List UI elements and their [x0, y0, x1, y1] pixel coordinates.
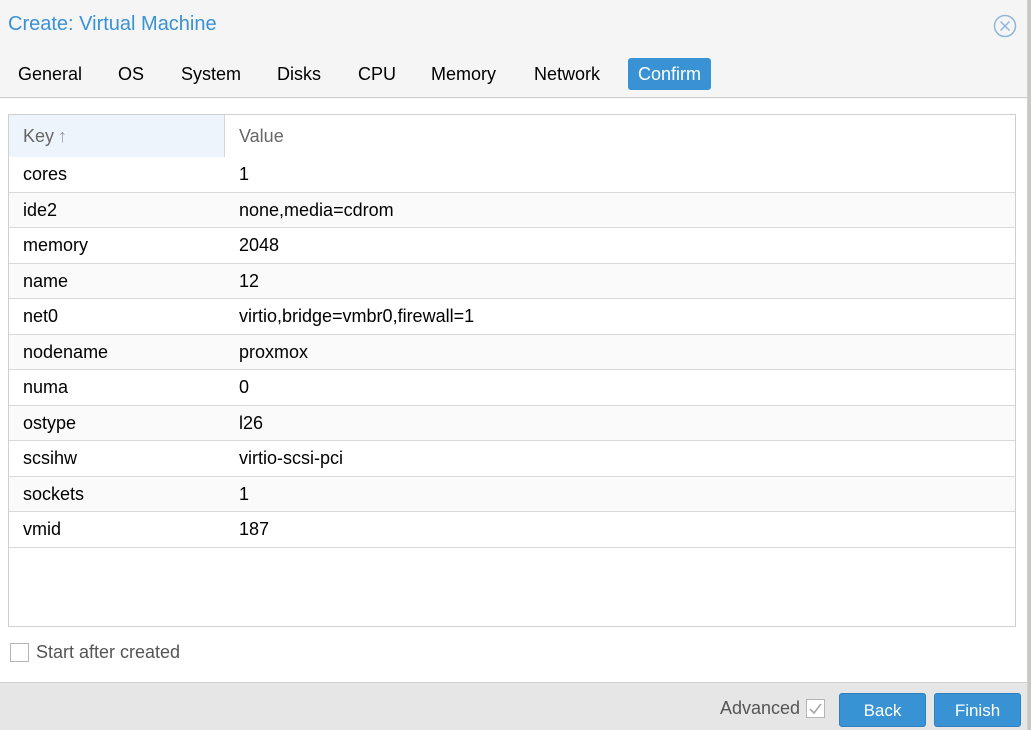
row-value: 0	[239, 377, 250, 397]
column-header-key[interactable]: Key ↑	[9, 115, 225, 157]
row-key: sockets	[23, 483, 85, 504]
table-row[interactable]: numa 0	[9, 370, 1015, 406]
row-value: 187	[239, 519, 270, 539]
row-key: memory	[23, 235, 89, 255]
row-key: cores	[23, 164, 68, 184]
row-value: proxmox	[239, 341, 309, 362]
grid-body: cores 1 ide2 none,media=cdrom memory 2048 n…	[9, 157, 1015, 548]
close-circle-icon	[993, 14, 1017, 38]
checkmark-icon	[809, 703, 822, 715]
row-value: 2048	[239, 235, 280, 255]
dialog-footer: Advanced Back Finish	[0, 682, 1027, 730]
table-row[interactable]: scsihw virtio-scsi-pci	[9, 441, 1015, 477]
grid-header: Key ↑ Value	[9, 115, 1015, 157]
row-key: nodename	[23, 341, 109, 362]
tab-general[interactable]: General	[8, 58, 92, 90]
finish-button[interactable]: Finish	[934, 693, 1021, 727]
row-value: 1	[239, 483, 250, 504]
advanced-toggle[interactable]: Advanced	[720, 698, 826, 719]
close-button[interactable]	[993, 14, 1017, 38]
table-row[interactable]: net0 virtio,bridge=vmbr0,firewall=1	[9, 299, 1015, 335]
dialog-title: Create: Virtual Machine	[8, 13, 217, 35]
tab-system[interactable]: System	[171, 58, 251, 90]
title-bar: Create: Virtual Machine	[0, 0, 1027, 50]
advanced-checkbox[interactable]	[806, 699, 826, 718]
column-header-value[interactable]: Value	[225, 115, 1015, 157]
confirm-panel: Key ↑ Value cores 1 ide2 none,media=cdrom m…	[0, 99, 1027, 682]
tab-network[interactable]: Network	[524, 58, 610, 90]
tab-cpu[interactable]: CPU	[348, 58, 406, 90]
table-row[interactable]: memory 2048	[9, 228, 1015, 264]
table-row[interactable]: sockets 1	[9, 476, 1015, 512]
start-after-created-checkbox[interactable]: Start after created	[10, 642, 180, 663]
advanced-label: Advanced	[720, 698, 801, 718]
row-key: vmid	[23, 519, 62, 539]
row-key: ide2	[23, 199, 58, 220]
table-row[interactable]: cores 1	[9, 157, 1015, 193]
tab-memory[interactable]: Memory	[421, 58, 506, 90]
row-value: l26	[239, 412, 264, 433]
row-key: net0	[23, 306, 59, 326]
table-row[interactable]: ostype l26	[9, 405, 1015, 441]
create-vm-dialog: Create: Virtual Machine General OS Syste…	[0, 0, 1028, 730]
wizard-tabs: General OS System Disks CPU Memory Netwo…	[0, 58, 1027, 98]
tab-os[interactable]: OS	[108, 58, 154, 90]
row-key: name	[23, 270, 69, 291]
row-value: 1	[239, 164, 250, 184]
back-button[interactable]: Back	[839, 693, 926, 727]
row-value: virtio,bridge=vmbr0,firewall=1	[239, 306, 475, 326]
row-value: virtio-scsi-pci	[239, 448, 344, 468]
row-value: none,media=cdrom	[239, 199, 394, 220]
table-row[interactable]: name 12	[9, 263, 1015, 299]
row-key: numa	[23, 377, 69, 397]
tab-disks[interactable]: Disks	[267, 58, 331, 90]
row-value: 12	[239, 270, 260, 291]
table-row[interactable]: vmid 187	[9, 512, 1015, 548]
row-key: ostype	[23, 412, 77, 433]
tab-confirm[interactable]: Confirm	[628, 58, 712, 90]
row-key: scsihw	[23, 448, 78, 468]
table-row[interactable]: nodename proxmox	[9, 334, 1015, 370]
checkbox-unchecked-icon[interactable]	[10, 643, 29, 662]
start-after-created-label: Start after created	[36, 642, 181, 662]
column-header-key-label: Key	[23, 126, 55, 146]
table-row[interactable]: ide2 none,media=cdrom	[9, 192, 1015, 228]
settings-grid: Key ↑ Value cores 1 ide2 none,media=cdrom m…	[8, 114, 1016, 627]
sort-ascending-icon: ↑	[58, 126, 68, 146]
